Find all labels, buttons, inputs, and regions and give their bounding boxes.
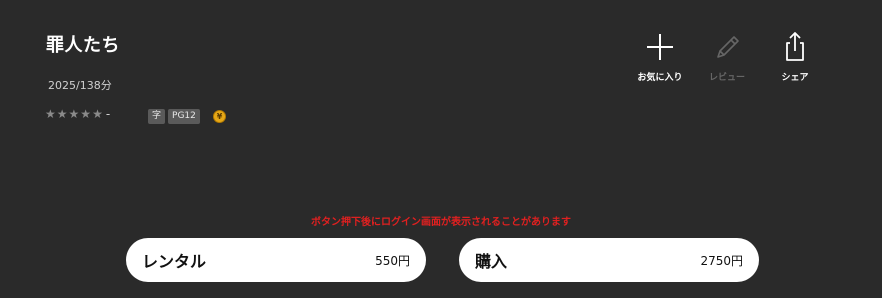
share-button[interactable]: シェア: [760, 30, 830, 83]
buy-price: 2750円: [700, 253, 743, 268]
rental-button[interactable]: レンタル 550円: [126, 238, 426, 282]
login-notice: ボタン押下後にログイン画面が表示されることがあります: [311, 217, 571, 228]
review-label: レビュー: [708, 73, 745, 83]
review-button[interactable]: レビュー: [692, 30, 762, 83]
star-rating: ★ ★ ★ ★ ★ -: [45, 108, 110, 120]
favorite-button[interactable]: お気に入り: [625, 30, 695, 83]
pencil-icon: [717, 36, 739, 58]
tag-list: 字 PG12: [148, 109, 200, 124]
plus-icon: [647, 34, 673, 60]
star-icon: ★: [68, 107, 80, 121]
favorite-label: お気に入り: [637, 73, 683, 83]
star-icon: ★: [45, 107, 56, 121]
buy-button[interactable]: 購入 2750円: [459, 238, 759, 282]
star-icon: ★: [92, 107, 103, 121]
share-icon: [786, 32, 804, 61]
coin-icon: ¥: [213, 110, 226, 123]
star-icon: ★: [80, 107, 92, 121]
rental-price: 550円: [375, 253, 410, 268]
share-label: シェア: [781, 73, 809, 83]
rental-label: レンタル: [142, 252, 207, 271]
subtitle-tag: 字: [148, 109, 166, 124]
rating-value: -: [105, 107, 111, 121]
buy-label: 購入: [475, 252, 508, 271]
movie-title: 罪人たち: [46, 35, 120, 56]
age-rating-tag: PG12: [168, 109, 200, 124]
star-icon: ★: [56, 107, 68, 121]
movie-meta: 2025/138分: [48, 79, 112, 92]
